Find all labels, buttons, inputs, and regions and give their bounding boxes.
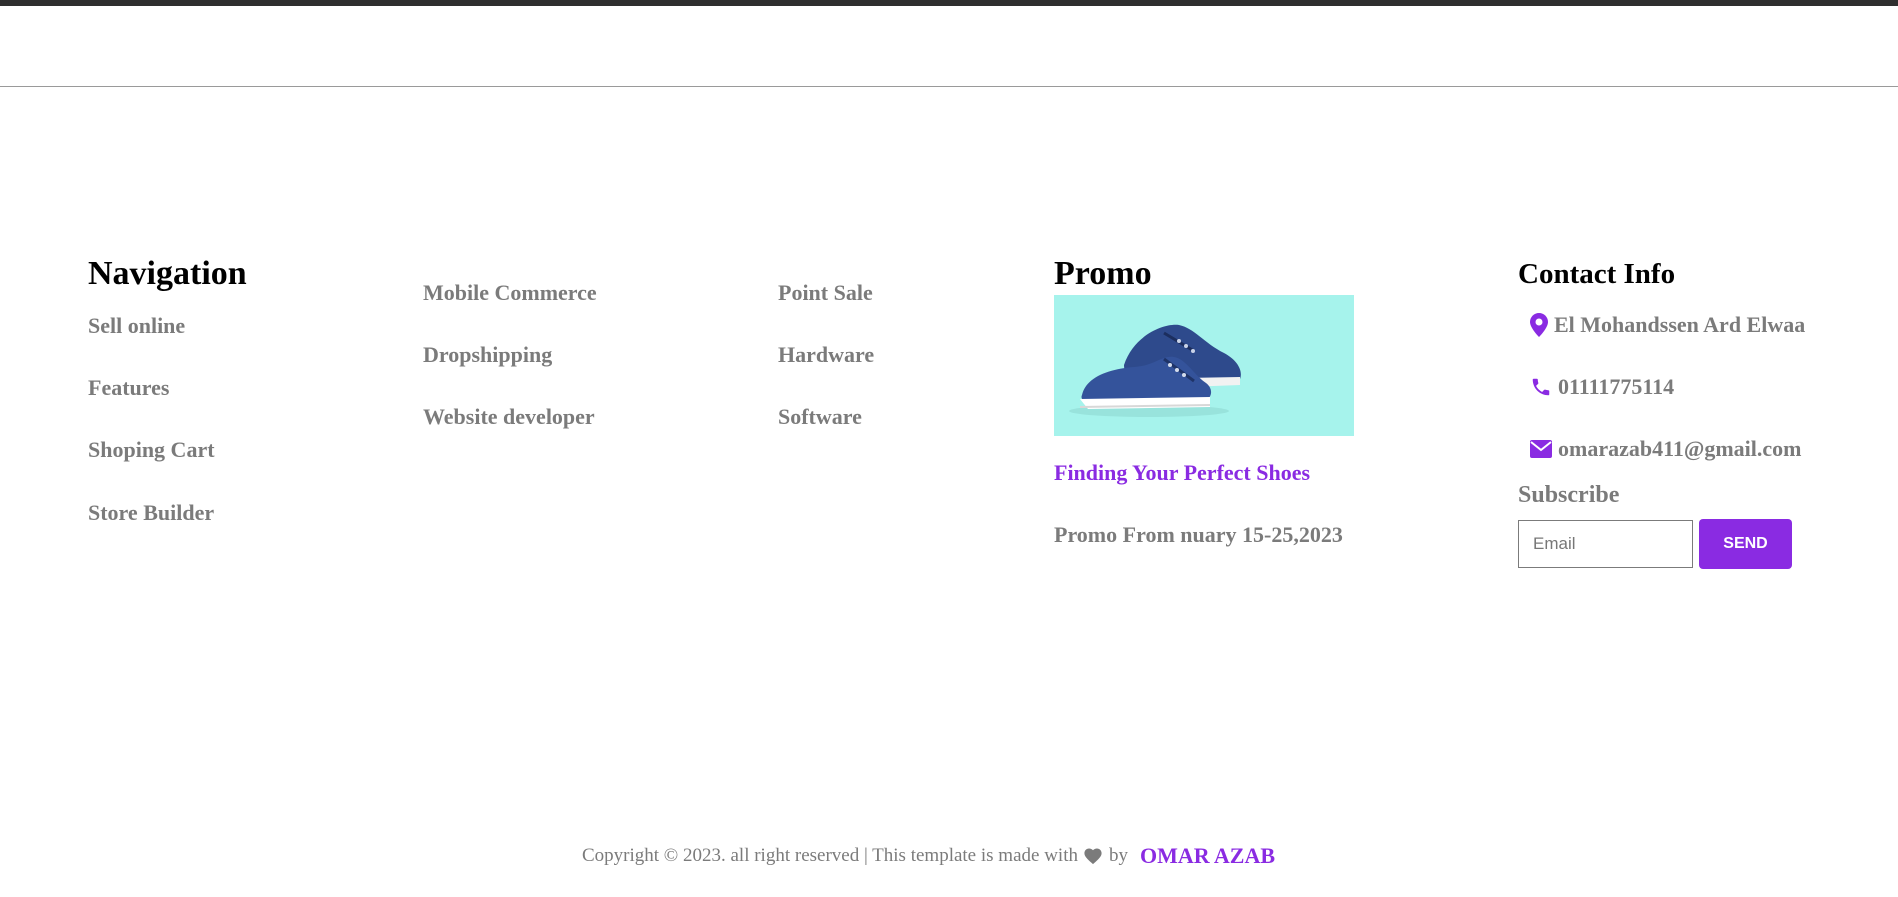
nav-link-store-builder[interactable]: Store Builder bbox=[88, 500, 214, 526]
copyright-by: by bbox=[1108, 845, 1128, 866]
nav-link-shopping-cart[interactable]: Shoping Cart bbox=[88, 437, 215, 463]
subscribe-label: Subscribe bbox=[1518, 482, 1620, 508]
heart-icon bbox=[1083, 847, 1103, 865]
location-pin-icon bbox=[1530, 313, 1548, 337]
envelope-icon bbox=[1530, 440, 1552, 458]
contact-address-text: El Mohandssen Ard Elwaa bbox=[1554, 312, 1806, 337]
subscribe-email-input[interactable] bbox=[1518, 520, 1693, 568]
contact-title: Contact Info bbox=[1518, 258, 1676, 290]
link-website-developer[interactable]: Website developer bbox=[423, 404, 595, 430]
link-point-sale[interactable]: Point Sale bbox=[778, 280, 873, 306]
nav-link-features[interactable]: Features bbox=[88, 375, 169, 401]
link-hardware[interactable]: Hardware bbox=[778, 342, 874, 368]
header-divider bbox=[0, 86, 1898, 87]
copyright: Copyright © 2023. all right reserved | T… bbox=[582, 843, 1275, 869]
link-software[interactable]: Software bbox=[778, 404, 862, 430]
shoes-illustration bbox=[1069, 324, 1241, 417]
contact-phone-text: 01111775114 bbox=[1558, 374, 1675, 399]
phone-icon bbox=[1532, 378, 1550, 396]
link-dropshipping[interactable]: Dropshipping bbox=[423, 342, 552, 368]
top-bar bbox=[0, 0, 1898, 6]
navigation-title: Navigation bbox=[88, 255, 247, 292]
promo-date: Promo From nuary 15-25,2023 bbox=[1054, 522, 1343, 547]
link-mobile-commerce[interactable]: Mobile Commerce bbox=[423, 280, 597, 306]
send-button[interactable]: SEND bbox=[1699, 519, 1792, 569]
contact-email-text: omarazab411@gmail.com bbox=[1558, 436, 1802, 461]
promo-headline-link[interactable]: Finding Your Perfect Shoes bbox=[1054, 460, 1310, 486]
copyright-text: Copyright © 2023. all right reserved | T… bbox=[582, 845, 1078, 866]
contact-address: El Mohandssen Ard Elwaa bbox=[1530, 312, 1805, 338]
page: Navigation Sell online Features Shoping … bbox=[0, 0, 1898, 897]
author-link[interactable]: OMAR AZAB bbox=[1140, 843, 1275, 869]
nav-link-sell-online[interactable]: Sell online bbox=[88, 313, 185, 339]
contact-email: omarazab411@gmail.com bbox=[1530, 436, 1801, 462]
contact-phone: 01111775114 bbox=[1530, 374, 1674, 400]
promo-title: Promo bbox=[1054, 255, 1152, 292]
promo-image[interactable] bbox=[1054, 295, 1354, 436]
